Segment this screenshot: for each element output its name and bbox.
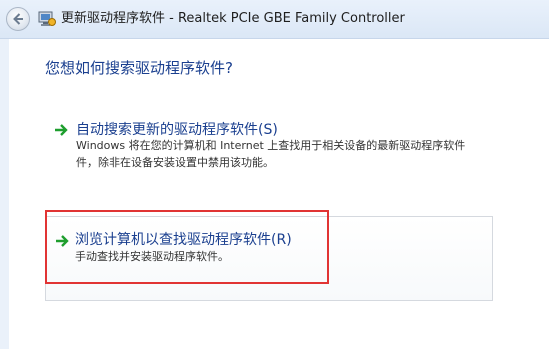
highlight-annotation bbox=[45, 210, 329, 284]
back-arrow-icon bbox=[13, 13, 23, 25]
device-manager-icon bbox=[38, 10, 56, 27]
dialog-question: 您想如何搜索驱动程序软件? bbox=[45, 59, 233, 77]
green-arrow-icon bbox=[55, 124, 68, 136]
window-title: 更新驱动程序软件 - Realtek PCIe GBE Family Contr… bbox=[61, 11, 405, 26]
dialog-frame-left bbox=[0, 39, 9, 349]
option-auto-search-desc-line2: 件，除非在设备安装设置中禁用该功能。 bbox=[76, 156, 274, 169]
option-auto-search-desc-line1: Windows 将在您的计算机和 Internet 上查找用于相关设备的最新驱动… bbox=[76, 139, 466, 152]
option-auto-search-title: 自动搜索更新的驱动程序软件(S) bbox=[76, 122, 278, 138]
back-button[interactable] bbox=[6, 7, 30, 31]
title-bar: 更新驱动程序软件 - Realtek PCIe GBE Family Contr… bbox=[0, 0, 549, 39]
